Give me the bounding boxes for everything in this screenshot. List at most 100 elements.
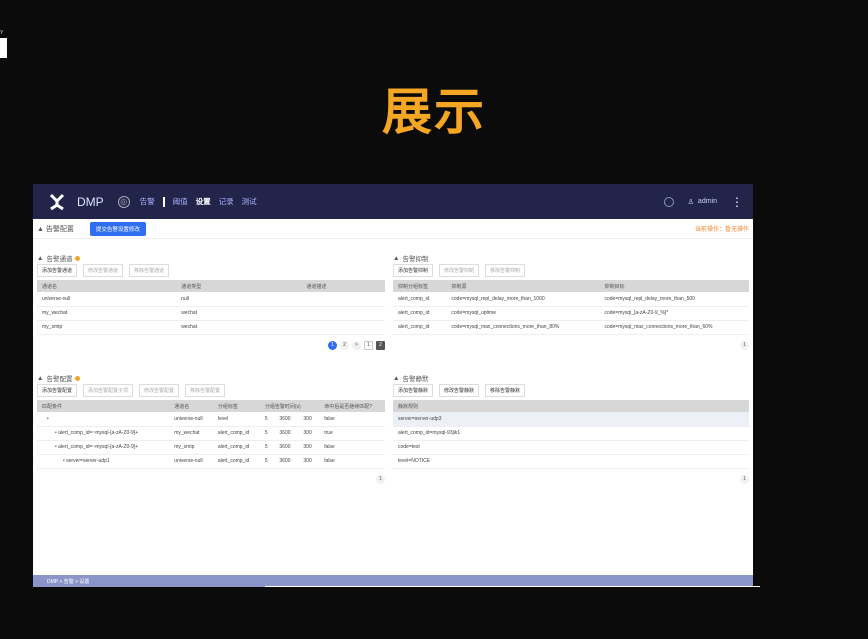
edit-channel-button[interactable]: 修改告警通道 xyxy=(83,264,124,277)
silence-pager: 1 xyxy=(393,474,749,484)
edit-config-button[interactable]: 修改告警配置 xyxy=(139,384,180,397)
config-table: 匹配条件 通道名 分组标签 分组告警时间(s) 命中后是否继续匹配? • univ… xyxy=(37,400,385,469)
table-cell: server=server-udp3 xyxy=(393,412,749,427)
channels-table: 通道名 通道类型 通道描述 universe-null null my_wecha… xyxy=(37,280,385,335)
table-cell: code=test xyxy=(393,440,749,455)
table-cell: null xyxy=(176,292,302,307)
add-silence-button[interactable]: 添加告警静默 xyxy=(393,384,434,397)
page-button[interactable]: 1 xyxy=(364,340,373,350)
config-title-text: 告警配置 xyxy=(46,376,73,383)
warning-icon xyxy=(75,375,81,381)
page-button[interactable]: 1 xyxy=(328,340,337,350)
page-button[interactable]: 1 xyxy=(376,474,385,484)
column-header: 通道类型 xyxy=(176,280,302,292)
slide-title: 展示 xyxy=(382,83,486,141)
nav-settings[interactable]: 设置 xyxy=(196,196,211,207)
remove-silence-button[interactable]: 移除告警静默 xyxy=(485,384,526,397)
table-row[interactable]: universe-null null xyxy=(37,292,385,307)
table-cell: alert_comp_id xyxy=(212,454,260,469)
table-row[interactable]: alert_comp_id code=mysql_max_connections_… xyxy=(393,320,749,335)
table-cell: code=mysql_repl_delay_more_than_500 xyxy=(599,292,749,307)
page-button[interactable]: 1 xyxy=(740,340,749,350)
table-cell: alert_comp_id xyxy=(393,306,447,321)
edit-silence-button[interactable]: 修改告警静默 xyxy=(439,384,480,397)
table-cell: my_wechat xyxy=(169,426,213,441)
dashboard-icon[interactable]: ◎ xyxy=(117,195,130,208)
channels-title: ▲ 告警通道 xyxy=(37,252,385,264)
brand-name: DMP xyxy=(77,194,104,209)
table-row[interactable]: • universe-null level 5 3600 300 false xyxy=(37,412,385,427)
nav-threshold[interactable]: 阈值 xyxy=(173,196,188,207)
add-config-button[interactable]: 添加告警配置 xyxy=(37,384,78,397)
nav-records[interactable]: 记录 xyxy=(219,196,234,207)
page-button[interactable]: 2 xyxy=(340,340,349,350)
add-suppress-button[interactable]: 添加告警抑制 xyxy=(393,264,434,277)
table-row[interactable]: server=server-udp3 xyxy=(393,412,749,427)
column-header: 匹配条件 xyxy=(37,400,170,412)
top-nav: DMP ◎ 告警 阈值 设置 记录 测试 ♙ admin ⋮ xyxy=(33,184,753,219)
table-cell: my_smtp xyxy=(169,440,213,455)
table-row[interactable]: my_wechat wechat xyxy=(37,306,385,321)
nav-test[interactable]: 测试 xyxy=(242,196,257,207)
table-cell: 3600 xyxy=(274,412,299,427)
suppress-title: ▲ 告警抑制 xyxy=(393,254,429,264)
dmp-logo-icon xyxy=(49,193,65,210)
suppress-title-text: 告警抑制 xyxy=(402,256,429,263)
table-cell: 300 xyxy=(298,426,320,441)
table-row[interactable]: • server=server-udp1 universe-null alert_c… xyxy=(37,454,385,469)
column-header: 抑制源 xyxy=(446,280,600,292)
table-cell: • server=server-udp1 xyxy=(37,454,170,469)
edit-suppress-button[interactable]: 修改告警抑制 xyxy=(439,264,480,277)
page-title-text: 告警配置 xyxy=(45,225,74,233)
add-config-child-button[interactable]: 添加告警配置子项 xyxy=(83,384,134,397)
table-row[interactable]: • alert_comp_id=~mysql-[a-zA-Z0-9]+ my_sm… xyxy=(37,440,385,455)
submit-settings-button[interactable]: 提交告警设置修改 xyxy=(89,221,146,236)
table-row[interactable]: code=test xyxy=(393,440,749,455)
table-cell: false xyxy=(319,412,385,427)
table-cell: alert_comp_id xyxy=(393,292,447,307)
table-cell: • alert_comp_id=~mysql-[a-zA-Z0-9]+ xyxy=(37,426,170,441)
table-cell: code=mysql_uptime xyxy=(446,306,600,321)
table-row[interactable]: level=NOTICE xyxy=(393,454,749,469)
table-cell: 300 xyxy=(298,454,320,469)
operation-hint: 当前操作：暂无操作 xyxy=(694,227,749,233)
remove-config-button[interactable]: 移除告警配置 xyxy=(185,384,226,397)
remove-suppress-button[interactable]: 移除告警抑制 xyxy=(485,264,526,277)
add-channel-button[interactable]: 添加告警通道 xyxy=(37,264,78,277)
page-button[interactable]: 1 xyxy=(740,474,749,484)
more-menu-icon[interactable]: ⋮ xyxy=(731,196,743,208)
table-row[interactable]: alert_comp_id code=mysql_uptime code=mysql… xyxy=(393,306,749,321)
table-cell: code=mysql_max_connections_more_than_60% xyxy=(599,320,749,335)
table-cell: 5 xyxy=(259,454,275,469)
table-row[interactable]: my_smtp wechat xyxy=(37,320,385,335)
table-cell: false xyxy=(319,454,385,469)
table-cell: code=mysql_[a-zA-Z0-9_%]* xyxy=(599,306,749,321)
suppress-table: 抑制分组标签 抑制源 抑制目标 alert_comp_id code=mysql_… xyxy=(393,280,749,335)
username: admin xyxy=(697,198,717,205)
table-cell: true xyxy=(319,426,385,441)
clock-icon[interactable] xyxy=(663,196,674,207)
page-button[interactable]: 2 xyxy=(376,340,385,350)
channels-panel: ▲ 告警通道 添加告警通道 修改告警通道 移除告警通道 通道名 通道类型 通道描… xyxy=(37,252,385,350)
divider xyxy=(265,586,760,587)
suppress-panel: ▲ 告警抑制 添加告警抑制 修改告警抑制 移除告警抑制 抑制分组标签 抑制源 抑… xyxy=(393,252,749,350)
table-row[interactable]: alert_comp_id code=mysql_repl_delay_more_… xyxy=(393,292,749,307)
user-icon: ♙ xyxy=(687,198,694,206)
nav-alert[interactable]: 告警 xyxy=(140,196,155,207)
table-cell: code=mysql_repl_delay_more_than_1000 xyxy=(446,292,600,307)
table-cell: universe-null xyxy=(37,292,177,307)
page-header: ▲ 告警配置 提交告警设置修改 当前操作：暂无操作 xyxy=(33,219,753,239)
corner-logo: Y xyxy=(0,30,10,58)
remove-channel-button[interactable]: 移除告警通道 xyxy=(129,264,170,277)
table-row[interactable]: • alert_comp_id=~mysql-[a-zA-Z0-9]+ my_we… xyxy=(37,426,385,441)
user-menu[interactable]: ♙ admin xyxy=(688,198,717,206)
corner-logo-block xyxy=(0,38,7,58)
next-page-button[interactable]: > xyxy=(352,340,361,350)
table-row[interactable]: alert_comp_id=mysql-93jik1 xyxy=(393,426,749,441)
table-cell: 5 xyxy=(259,440,275,455)
table-cell: code=mysql_max_connections_more_than_80% xyxy=(446,320,600,335)
table-cell: alert_comp_id=mysql-93jik1 xyxy=(393,426,749,441)
table-cell: universe-null xyxy=(169,454,213,469)
nav-divider xyxy=(162,196,165,207)
table-cell: wechat xyxy=(176,306,302,321)
